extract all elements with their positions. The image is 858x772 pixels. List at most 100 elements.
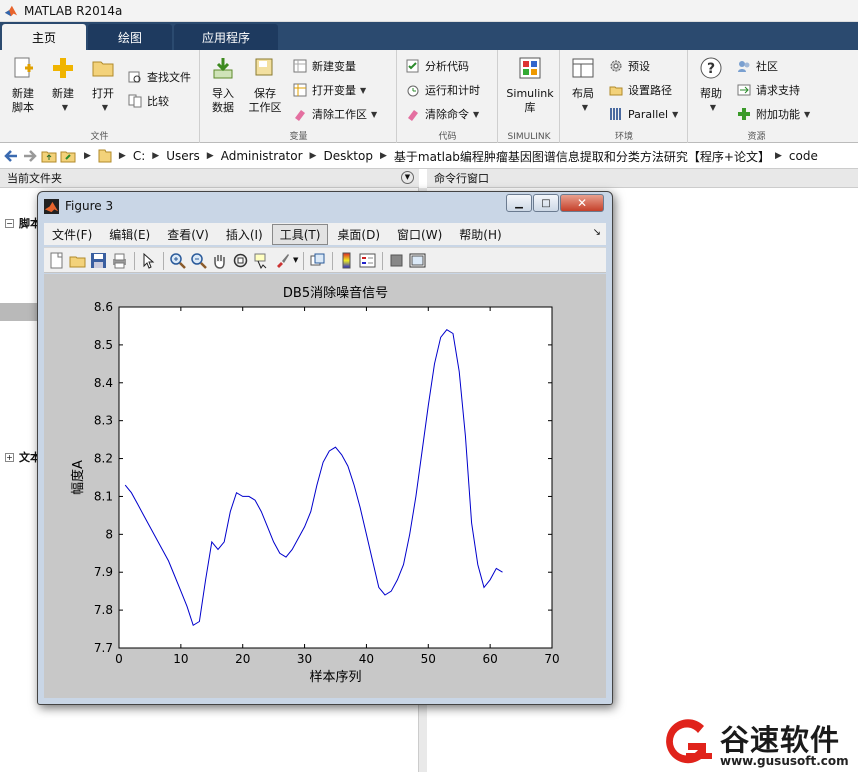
menu-edit[interactable]: 编辑(E) [101,224,158,245]
ribbon-group-file: 新建 脚本 新建 ▼ 打开 ▼ 查找文件 比较 文件 [0,50,200,143]
edit-plot-icon[interactable] [140,252,157,269]
back-arrow-icon[interactable] [3,148,19,164]
chevron-down-icon: ▼ [473,109,480,119]
preferences-label: 预设 [628,60,650,73]
selected-file-row[interactable] [0,303,40,321]
run-and-time-button[interactable]: 运行和计时 [406,81,480,99]
new-button[interactable]: 新建 ▼ [44,56,82,115]
new-script-button[interactable]: 新建 脚本 [4,56,42,115]
forward-arrow-icon[interactable] [22,148,38,164]
menu-window[interactable]: 窗口(W) [389,224,450,245]
group-label-variable: 变量 [289,132,308,142]
hide-plot-tools-icon[interactable] [388,252,405,269]
figure-titlebar: Figure 3 [44,196,113,216]
layout-icon [572,58,594,78]
figure-window: Figure 3 ▁ □ ✕ 文件(F) 编辑(E) 查看(V) 插入(I) 工… [37,191,613,705]
zoom-out-icon[interactable] [190,252,207,269]
simulink-library-button[interactable]: Simulink 库 [503,56,557,115]
svg-text:?: ? [707,61,715,77]
chevron-down-icon: ▼ [61,103,69,112]
ribbon-group-simulink: Simulink 库 SIMULINK [499,50,560,143]
line-chart[interactable]: DB5消除噪音信号 样本序列 幅度A 0 10 20 30 40 50 60 70 7.7 7.… [44,274,606,698]
new-variable-icon [293,59,307,73]
save-workspace-button[interactable]: 保存 工作区 [246,56,284,115]
brush-icon[interactable] [274,252,291,269]
group-label-simulink: SIMULINK [507,132,551,142]
expand-icon[interactable]: + [5,452,14,462]
simulink-library-icon [519,57,541,79]
pan-icon[interactable] [211,252,228,269]
tree-item-text[interactable]: + 文本 [5,449,41,465]
menu-insert[interactable]: 插入(I) [218,224,271,245]
y-tick-label: 7.8 [94,603,113,617]
open-variable-label: 打开变量 [312,84,356,97]
save-icon[interactable] [90,252,107,269]
set-path-button[interactable]: 设置路径 [609,81,672,99]
y-tick-label: 8.6 [94,300,113,314]
figure-canvas: DB5消除噪音信号 样本序列 幅度A 0 10 20 30 40 50 60 70 7.7 7.… [44,274,606,698]
breadcrumb-administrator[interactable]: Administrator [221,149,303,163]
ribbon-group-code: 分析代码 运行和计时 清除命令 ▼ 代码 [398,50,498,143]
new-variable-button[interactable]: 新建变量 [293,57,356,75]
minimize-button[interactable]: ▁ [506,194,532,212]
menu-help[interactable]: 帮助(H) [451,224,509,245]
up-folder-icon[interactable] [41,148,57,164]
help-button[interactable]: ? 帮助 ▼ [692,56,730,115]
maximize-icon: □ [541,197,551,209]
command-window-title: 命令行窗口 [434,172,489,185]
brush-dropdown-icon[interactable]: ▼ [293,256,298,264]
browse-folder-icon[interactable] [60,148,76,164]
y-tick-label: 8.3 [94,414,113,428]
maximize-button[interactable]: □ [533,194,559,212]
data-cursor-icon[interactable] [253,252,270,269]
zoom-in-icon[interactable] [169,252,186,269]
layout-button[interactable]: 布局 ▼ [564,56,602,115]
breadcrumb-users[interactable]: Users [166,149,200,163]
print-icon[interactable] [111,252,128,269]
menu-tools[interactable]: 工具(T) [271,223,329,245]
community-button[interactable]: 社区 [737,57,778,75]
breadcrumb-desktop[interactable]: Desktop [323,149,373,163]
breadcrumb-c[interactable]: C: [133,149,145,163]
close-button[interactable]: ✕ [560,194,604,212]
breadcrumb-code[interactable]: code [789,149,818,163]
add-ons-icon [738,108,750,120]
clear-workspace-button[interactable]: 清除工作区 ▼ [293,105,377,123]
tab-plots[interactable]: 绘图 [88,24,172,50]
menu-view[interactable]: 查看(V) [159,224,217,245]
dock-arrow-icon[interactable]: ↘ [593,227,601,238]
link-plot-icon[interactable] [309,252,326,269]
preferences-button[interactable]: 预设 [609,57,650,75]
folder-icon [98,149,112,163]
import-data-button[interactable]: 导入 数据 [204,56,242,115]
tree-item-scripts[interactable]: − 脚本 [5,215,41,231]
import-data-label: 导入 数据 [212,87,234,114]
add-ons-button[interactable]: 附加功能 ▼ [737,105,810,123]
community-icon [738,61,750,72]
tab-home[interactable]: 主页 [2,24,86,50]
menu-desktop[interactable]: 桌面(D) [329,224,388,245]
pane-menu-icon[interactable]: ▼ [401,171,414,184]
collapse-icon[interactable]: − [5,218,14,228]
open-button[interactable]: 打开 ▼ [84,56,122,115]
insert-colorbar-icon[interactable] [338,252,355,269]
tab-apps[interactable]: 应用程序 [174,24,278,50]
chevron-down-icon: ▼ [672,109,679,119]
insert-legend-icon[interactable] [359,252,376,269]
menu-file[interactable]: 文件(F) [44,224,100,245]
new-figure-icon[interactable] [48,252,65,269]
import-data-icon [213,58,233,79]
open-file-icon[interactable] [69,252,86,269]
clear-commands-button[interactable]: 清除命令 ▼ [406,105,479,123]
request-support-button[interactable]: 请求支持 [737,81,800,99]
y-tick-label: 8 [105,527,113,541]
find-files-button[interactable]: 查找文件 [128,68,191,86]
compare-button[interactable]: 比较 [128,92,169,110]
parallel-button[interactable]: Parallel ▼ [609,105,678,123]
request-support-label: 请求支持 [756,84,800,97]
breadcrumb-project[interactable]: 基于matlab编程肿瘤基因图谱信息提取和分类方法研究【程序+论文】 [394,148,770,165]
show-plot-tools-icon[interactable] [409,252,426,269]
analyze-code-button[interactable]: 分析代码 [406,57,469,75]
rotate-3d-icon[interactable] [232,252,249,269]
open-variable-button[interactable]: 打开变量 ▼ [293,81,366,99]
